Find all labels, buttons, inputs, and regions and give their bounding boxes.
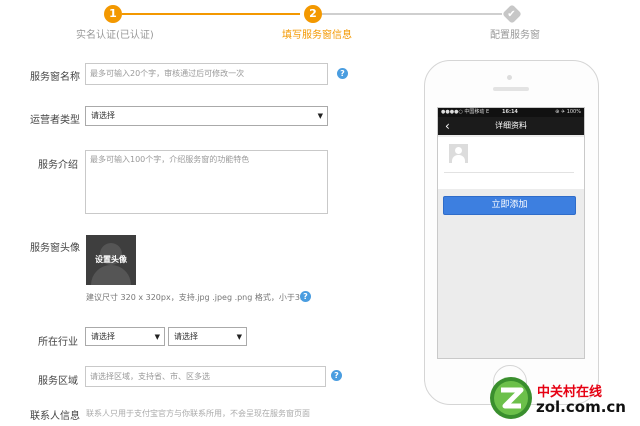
operator-type-select[interactable]: 请选择 ▼ [85,106,328,126]
status-time: 16:14 [502,109,518,115]
area-label: 服务区域 [38,376,78,387]
step-1-label: 实名认证(已认证) [76,30,154,41]
industry-select-primary[interactable]: 请选择 ▼ [85,327,165,346]
contact-label: 联系人信息 [30,411,80,422]
area-help-icon[interactable]: ? [331,370,342,381]
contact-hint: 联系人只用于支付宝官方与你联系所用，不会呈现在服务窗页面 [86,409,310,418]
profile-divider [444,172,574,173]
name-label: 服务窗名称 [30,72,80,83]
phone-status-bar: ●●●●○ 中国移动 E 16:14 ⊕ ✈ 100% [438,108,584,117]
name-input[interactable]: 最多可输入20个字，审核通过后可修改一次 [85,63,328,85]
phone-screen: ●●●●○ 中国移动 E 16:14 ⊕ ✈ 100% ‹ 详细资料 立即添加 [437,107,585,359]
set-avatar-label: 设置头像 [95,255,127,264]
step-2-circle: 2 [304,5,322,23]
avatar-help-icon[interactable]: ? [300,291,311,302]
zol-logo-en: zol.com.cn [536,398,626,416]
set-avatar-button[interactable]: 设置头像 [86,235,136,285]
dropdown-arrow-icon: ▼ [154,333,160,341]
battery-text: ⊕ ✈ 100% [555,109,581,115]
phone-speaker [493,87,529,91]
dropdown-arrow-icon: ▼ [236,333,242,341]
phone-page-title: 详细资料 [495,121,527,130]
industry-select-secondary[interactable]: 请选择 ▼ [168,327,247,346]
step-3-check-icon: ✔ [502,4,522,24]
avatar-hint: 建议尺寸 320 x 320px，支持.jpg .jpeg .png 格式，小于… [86,293,315,302]
industry-primary-value: 请选择 [91,332,115,341]
operator-type-label: 运营者类型 [30,115,80,126]
step-line-2 [322,13,502,15]
industry-secondary-value: 请选择 [174,332,198,341]
industry-label: 所在行业 [38,337,78,348]
name-help-icon[interactable]: ? [337,68,348,79]
dropdown-arrow-icon: ▼ [317,112,323,120]
avatar-silhouette-body [91,265,131,285]
step-3-label: 配置服务窗 [490,30,540,41]
profile-card [438,137,584,189]
add-now-button[interactable]: 立即添加 [443,196,576,215]
step-1-circle: 1 [104,5,122,23]
phone-nav-bar: ‹ 详细资料 [438,117,584,135]
phone-camera [507,75,512,80]
area-input[interactable]: 请选择区域，支持省、市、区多选 [85,366,326,387]
carrier-text: ●●●●○ 中国移动 E [441,109,490,115]
step-line-1 [122,13,300,15]
profile-avatar-icon [449,144,468,163]
step-2-label: 填写服务窗信息 [282,30,352,41]
avatar-label: 服务窗头像 [30,243,80,254]
operator-type-value: 请选择 [91,111,115,120]
intro-textarea[interactable]: 最多可输入100个字，介绍服务窗的功能特色 [85,150,328,214]
intro-label: 服务介绍 [38,160,78,171]
zol-logo-icon [489,376,533,420]
